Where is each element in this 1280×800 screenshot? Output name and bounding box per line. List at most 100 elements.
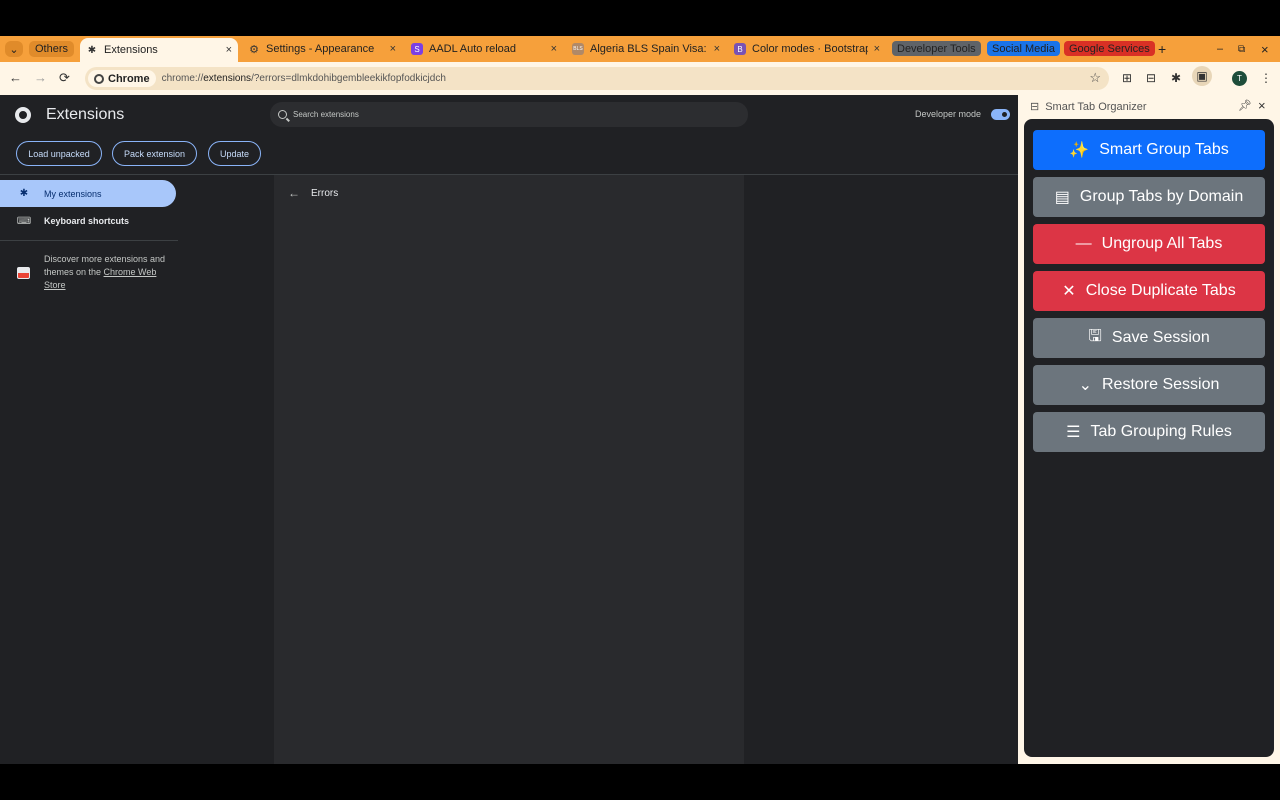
side-panel: ⊟ Smart Tab Organizer 📌︎ × ✨ Smart Group…: [1018, 95, 1280, 764]
side-panel-body: ✨ Smart Group Tabs ▤ Group Tabs by Domai…: [1024, 119, 1274, 757]
tab-group-social-media[interactable]: Social Media: [987, 41, 1060, 56]
button-label: Smart Group Tabs: [1099, 141, 1229, 158]
tab-algeria-bls[interactable]: BLS Algeria BLS Spain Visa: ×: [566, 36, 726, 62]
sidebar-item-label: Keyboard shortcuts: [44, 216, 130, 226]
sidebar-item-keyboard-shortcuts[interactable]: ⌨ Keyboard shortcuts: [0, 215, 129, 227]
tab-settings-appearance[interactable]: ⚙ Settings - Appearance ×: [242, 36, 402, 62]
tab-color-modes-bootstrap[interactable]: B Color modes · Bootstrap ×: [728, 36, 886, 62]
tab-group-developer-tools[interactable]: Developer Tools: [892, 41, 981, 56]
search-placeholder: Search extensions: [293, 110, 359, 119]
chrome-icon: [94, 73, 104, 84]
chrome-logo-icon: [15, 107, 31, 123]
close-icon[interactable]: ×: [874, 43, 880, 55]
url-path: /?errors=dlmkdohibgembleekikfopfodkicjdc…: [251, 73, 446, 84]
update-button[interactable]: Update: [208, 141, 261, 166]
bookmark-star-icon[interactable]: ☆: [1089, 70, 1101, 86]
save-icon: 🖫: [1088, 327, 1102, 345]
errors-title: Errors: [311, 188, 339, 199]
screen: ⌄ Others ✱ Extensions × ⚙ Settings - App…: [0, 0, 1280, 800]
forward-button[interactable]: →: [34, 70, 47, 85]
menu-icon[interactable]: ⋮: [1260, 71, 1272, 85]
search-icon: [278, 110, 287, 119]
aadl-favicon: S: [411, 43, 423, 55]
sidebar-item-label: My extensions: [44, 188, 102, 199]
button-label: Close Duplicate Tabs: [1085, 282, 1236, 299]
server-icon: ▤: [1054, 189, 1070, 206]
bootstrap-favicon: B: [734, 43, 746, 55]
tab-extensions[interactable]: ✱ Extensions ×: [80, 38, 238, 62]
close-icon[interactable]: ×: [1258, 98, 1266, 113]
chevron-down-icon: ⌄: [9, 43, 19, 56]
gear-icon: ⚙: [249, 43, 259, 56]
developer-mode-toggle[interactable]: [991, 109, 1010, 120]
puzzle-icon: ✱: [87, 44, 97, 56]
tab-search-button[interactable]: ⌄: [5, 41, 23, 57]
back-arrow-icon[interactable]: ←: [288, 186, 300, 200]
button-label: Group Tabs by Domain: [1079, 188, 1244, 205]
tab-title: AADL Auto reload: [429, 43, 517, 55]
tab-title: Settings - Appearance: [266, 43, 375, 55]
list-icon: ☰: [1066, 424, 1081, 441]
discover-text: Discover more extensions and themes on t…: [44, 253, 169, 292]
ungroup-all-tabs-button[interactable]: — Ungroup All Tabs: [1033, 224, 1265, 264]
button-label: Save Session: [1111, 329, 1210, 346]
side-panel-title: Smart Tab Organizer: [1045, 100, 1147, 113]
tab-organizer-icon: ⊟: [1030, 101, 1040, 113]
tab-organizer-icon[interactable]: ⊟: [1146, 71, 1156, 85]
address-bar[interactable]: Chrome chrome://extensions/?errors=dlmkd…: [85, 67, 1109, 90]
restore-button[interactable]: ⧉: [1238, 36, 1245, 62]
site-info-chip[interactable]: Chrome: [88, 70, 156, 87]
restore-icon: ⌄: [1078, 377, 1092, 394]
save-session-button[interactable]: 🖫 Save Session: [1033, 318, 1265, 358]
tab-title: Extensions: [104, 44, 158, 56]
extension-icon-1[interactable]: ⊞: [1122, 71, 1132, 85]
url-host: extensions: [203, 73, 252, 84]
restore-session-button[interactable]: ⌄ Restore Session: [1033, 365, 1265, 405]
close-icon[interactable]: ×: [226, 44, 232, 56]
search-input[interactable]: Search extensions: [270, 102, 748, 127]
pin-icon[interactable]: 📌︎: [1238, 99, 1252, 112]
close-icon[interactable]: ×: [390, 43, 396, 55]
back-button[interactable]: ←: [9, 70, 22, 85]
page-title: Extensions: [46, 106, 125, 123]
smart-group-tabs-button[interactable]: ✨ Smart Group Tabs: [1033, 130, 1265, 170]
side-panel-header: ⊟ Smart Tab Organizer: [1030, 100, 1147, 114]
site-chip-label: Chrome: [108, 72, 150, 85]
tab-grouping-rules-button[interactable]: ☰ Tab Grouping Rules: [1033, 412, 1265, 452]
close-icon: ✕: [1062, 283, 1076, 300]
new-tab-button[interactable]: +: [1158, 36, 1166, 62]
minimize-button[interactable]: –: [1217, 36, 1223, 62]
tab-aadl-auto-reload[interactable]: S AADL Auto reload ×: [405, 36, 563, 62]
window-close-button[interactable]: ×: [1261, 36, 1269, 62]
side-panel-icon[interactable]: ▣: [1192, 66, 1212, 86]
close-duplicate-tabs-button[interactable]: ✕ Close Duplicate Tabs: [1033, 271, 1265, 311]
errors-panel: ← Errors: [274, 175, 744, 764]
button-label: Ungroup All Tabs: [1101, 235, 1223, 252]
tab-title: Algeria BLS Spain Visa:: [590, 43, 707, 55]
avatar[interactable]: T: [1232, 71, 1247, 86]
close-icon[interactable]: ×: [551, 43, 557, 55]
url-text: chrome://extensions/?errors=dlmkdohibgem…: [162, 73, 446, 84]
keyboard-icon: ⌨: [16, 215, 32, 227]
reload-button[interactable]: ⟳: [59, 70, 70, 86]
tab-group-others[interactable]: Others: [29, 41, 75, 57]
extensions-header: Extensions Search extensions Developer m…: [0, 95, 1018, 175]
tab-title: Color modes · Bootstrap: [752, 43, 868, 55]
pack-extension-button[interactable]: Pack extension: [112, 141, 197, 166]
sidebar-divider: [0, 240, 178, 241]
magic-icon: ✨: [1069, 142, 1090, 159]
url-scheme: chrome://: [161, 73, 204, 84]
toolbar: ← → ⟳ Chrome chrome://extensions/?errors…: [0, 62, 1280, 95]
sidebar-item-my-extensions[interactable]: ✱ My extensions: [0, 180, 176, 207]
close-icon[interactable]: ×: [714, 43, 720, 55]
button-label: Restore Session: [1102, 376, 1220, 393]
group-tabs-by-domain-button[interactable]: ▤ Group Tabs by Domain: [1033, 177, 1265, 217]
tab-strip: ⌄ Others ✱ Extensions × ⚙ Settings - App…: [0, 36, 1280, 62]
puzzle-icon[interactable]: ✱: [1171, 71, 1181, 85]
developer-mode-label: Developer mode: [915, 109, 982, 119]
load-unpacked-button[interactable]: Load unpacked: [16, 141, 102, 166]
bls-favicon: BLS: [572, 43, 584, 55]
web-store-icon: [17, 267, 30, 279]
tab-group-google-services[interactable]: Google Services: [1064, 41, 1155, 56]
extensions-page: Extensions Search extensions Developer m…: [0, 95, 1018, 764]
